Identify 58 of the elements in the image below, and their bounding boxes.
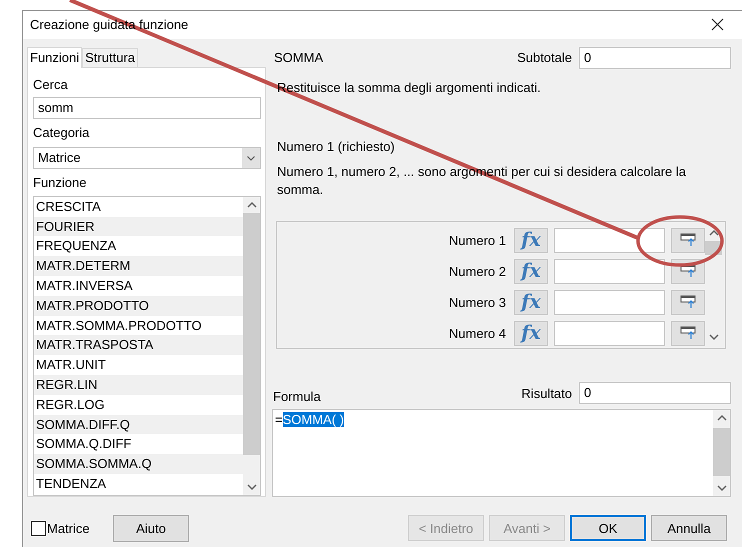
function-list-item[interactable]: SOMMA.SOMMA.Q (34, 454, 243, 474)
function-list-item[interactable]: FREQUENZA (34, 236, 243, 256)
scroll-thumb[interactable] (243, 212, 260, 455)
function-list-item[interactable]: REGR.LOG (34, 394, 243, 414)
function-list-item[interactable]: TENDENZA (34, 474, 243, 494)
help-button[interactable]: Aiuto (113, 514, 189, 542)
checkbox[interactable] (31, 520, 46, 536)
function-label: Funzione (33, 174, 86, 192)
function-name: SOMMA (273, 50, 324, 66)
scroll-thumb[interactable] (713, 428, 730, 476)
function-list-item[interactable]: MATR.DETERM (34, 256, 243, 276)
scrollbar[interactable] (243, 196, 260, 495)
scrollbar[interactable] (713, 410, 730, 496)
function-list-item[interactable]: MATR.TRASPOSTA (34, 335, 243, 356)
argument-label: Numero 2 (448, 264, 506, 279)
result-field[interactable]: 0 (579, 382, 731, 404)
shrink-icon (680, 264, 696, 278)
subtotal-label: Subtotale (517, 50, 572, 66)
argument-label: Numero 1 (448, 232, 506, 248)
function-list-item[interactable]: SOMMA.Q.DIFF (34, 434, 243, 454)
tab[interactable]: Funzioni (27, 46, 82, 68)
shrink-icon (680, 233, 696, 248)
function-list-item[interactable]: MATR.UNIT (34, 355, 243, 375)
subtotal-field[interactable]: 0 (579, 46, 731, 69)
dropdown-value: Matrice (38, 150, 81, 166)
shrink-icon (680, 326, 696, 340)
dialog-button[interactable]: Annulla (651, 515, 727, 542)
category-label: Categoria (33, 124, 90, 142)
argument-label: Numero 4 (448, 326, 506, 341)
function-list-item[interactable]: MATR.PRODOTTO (34, 296, 243, 316)
argument-field[interactable] (554, 258, 665, 284)
function-list-item[interactable]: MATR.SOMMA.PRODOTTO (34, 316, 243, 336)
result-label: Risultato (521, 386, 572, 401)
function-list-item[interactable]: CRESCITA (34, 196, 243, 217)
shrink-icon (680, 295, 696, 310)
shrink-button[interactable] (671, 228, 705, 253)
function-list-item[interactable]: REGR.LIN (34, 374, 243, 395)
category-dropdown[interactable]: Matrice (33, 146, 261, 169)
search-label: Cerca (33, 76, 68, 94)
search-field[interactable]: somm (33, 96, 261, 119)
dialog-button[interactable]: OK (570, 515, 646, 542)
close-icon (710, 18, 724, 32)
checkbox-label: Matrice (47, 520, 90, 536)
chevron-down-icon (242, 148, 260, 168)
formula-text: =SOMMA( ) (274, 410, 345, 429)
tab[interactable]: Struttura (82, 48, 138, 67)
argument-label: Numero 3 (448, 294, 506, 310)
shrink-button[interactable] (671, 290, 705, 315)
shrink-button[interactable] (671, 320, 705, 346)
argument-title: Numero 1 (richiesto) (276, 138, 396, 154)
function-list-item[interactable]: MATR.INVERSA (34, 276, 243, 296)
argument-field[interactable] (554, 320, 665, 346)
argument-field[interactable] (554, 290, 665, 315)
formula-label: Formula (272, 388, 322, 404)
function-list-item[interactable]: FOURIER (34, 216, 243, 236)
function-list-item[interactable]: SOMMA.DIFF.Q (34, 414, 243, 434)
formula-field[interactable]: =SOMMA( ) (272, 408, 731, 497)
argument-field[interactable] (554, 228, 665, 253)
